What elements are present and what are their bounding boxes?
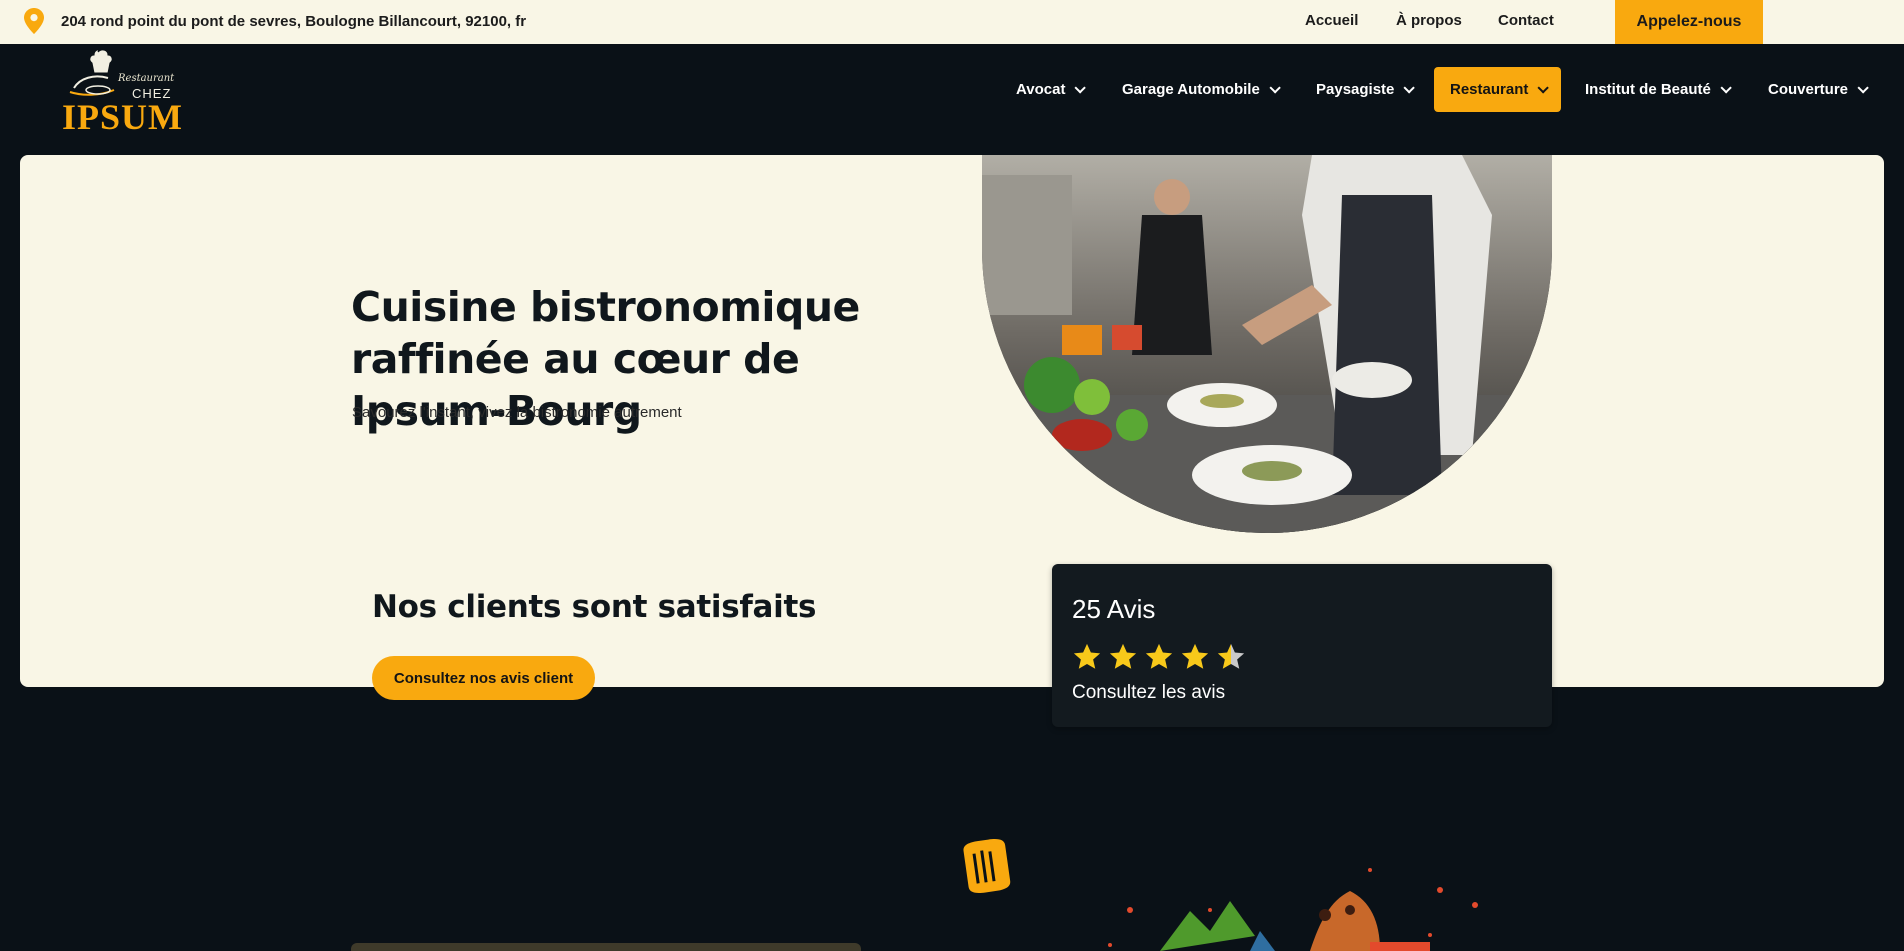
link-a-propos[interactable]: À propos — [1396, 12, 1462, 29]
nav-label: Avocat — [1016, 81, 1066, 98]
bottom-card-edge — [351, 943, 861, 951]
logo[interactable]: Restaurant CHEZ IPSUM — [62, 48, 182, 137]
nav-institut-de-beaute[interactable]: Institut de Beauté — [1585, 67, 1732, 112]
view-reviews-button[interactable]: Consultez nos avis client — [372, 656, 595, 700]
nav-restaurant[interactable]: Restaurant — [1434, 67, 1562, 112]
nav-label: Couverture — [1768, 81, 1849, 98]
top-bar: 204 rond point du pont de sevres, Boulog… — [0, 0, 1904, 44]
nav-label: Paysagiste — [1316, 81, 1395, 98]
nav-label: Garage Automobile — [1122, 81, 1260, 98]
address-text: 204 rond point du pont de sevres, Boulog… — [61, 13, 527, 30]
location-pin-icon — [24, 8, 44, 34]
chevron-down-icon — [1537, 81, 1550, 94]
kitchen-photo — [982, 155, 1552, 533]
nav-label: Institut de Beauté — [1585, 81, 1711, 98]
nav-garage-automobile[interactable]: Garage Automobile — [1122, 67, 1281, 112]
kitchen-illustration — [982, 155, 1552, 533]
star-icon — [1181, 643, 1209, 669]
hero-subtitle: Savourez l'instant, vivez la bistronomie… — [352, 404, 682, 421]
call-button[interactable]: Appelez-nous — [1615, 0, 1763, 44]
half-star-icon — [1217, 643, 1245, 669]
see-reviews-link[interactable]: Consultez les avis — [1072, 682, 1225, 704]
nav-label: Restaurant — [1450, 81, 1529, 98]
link-contact[interactable]: Contact — [1498, 12, 1554, 29]
burger-icon — [963, 839, 1011, 893]
star-icon — [1073, 643, 1101, 669]
review-count: 25 Avis — [1072, 594, 1156, 624]
logo-ipsum-text: IPSUM — [62, 97, 183, 137]
star-icon — [1145, 643, 1173, 669]
review-card[interactable]: 25 Avis Consultez les avis — [1052, 564, 1552, 727]
nav-couverture[interactable]: Couverture — [1768, 67, 1869, 112]
hero-section: Cuisine bistronomique raffinée au cœur d… — [20, 155, 1884, 687]
reviews-heading: Nos clients sont satisfaits — [372, 589, 817, 625]
food-splash-image — [1108, 868, 1478, 951]
logo-restaurant-text: Restaurant — [118, 73, 175, 84]
star-icon — [1109, 643, 1137, 669]
nav-avocat[interactable]: Avocat — [1016, 67, 1087, 112]
link-accueil[interactable]: Accueil — [1305, 12, 1358, 29]
nav-paysagiste[interactable]: Paysagiste — [1316, 67, 1416, 112]
star-rating — [1072, 642, 1246, 672]
